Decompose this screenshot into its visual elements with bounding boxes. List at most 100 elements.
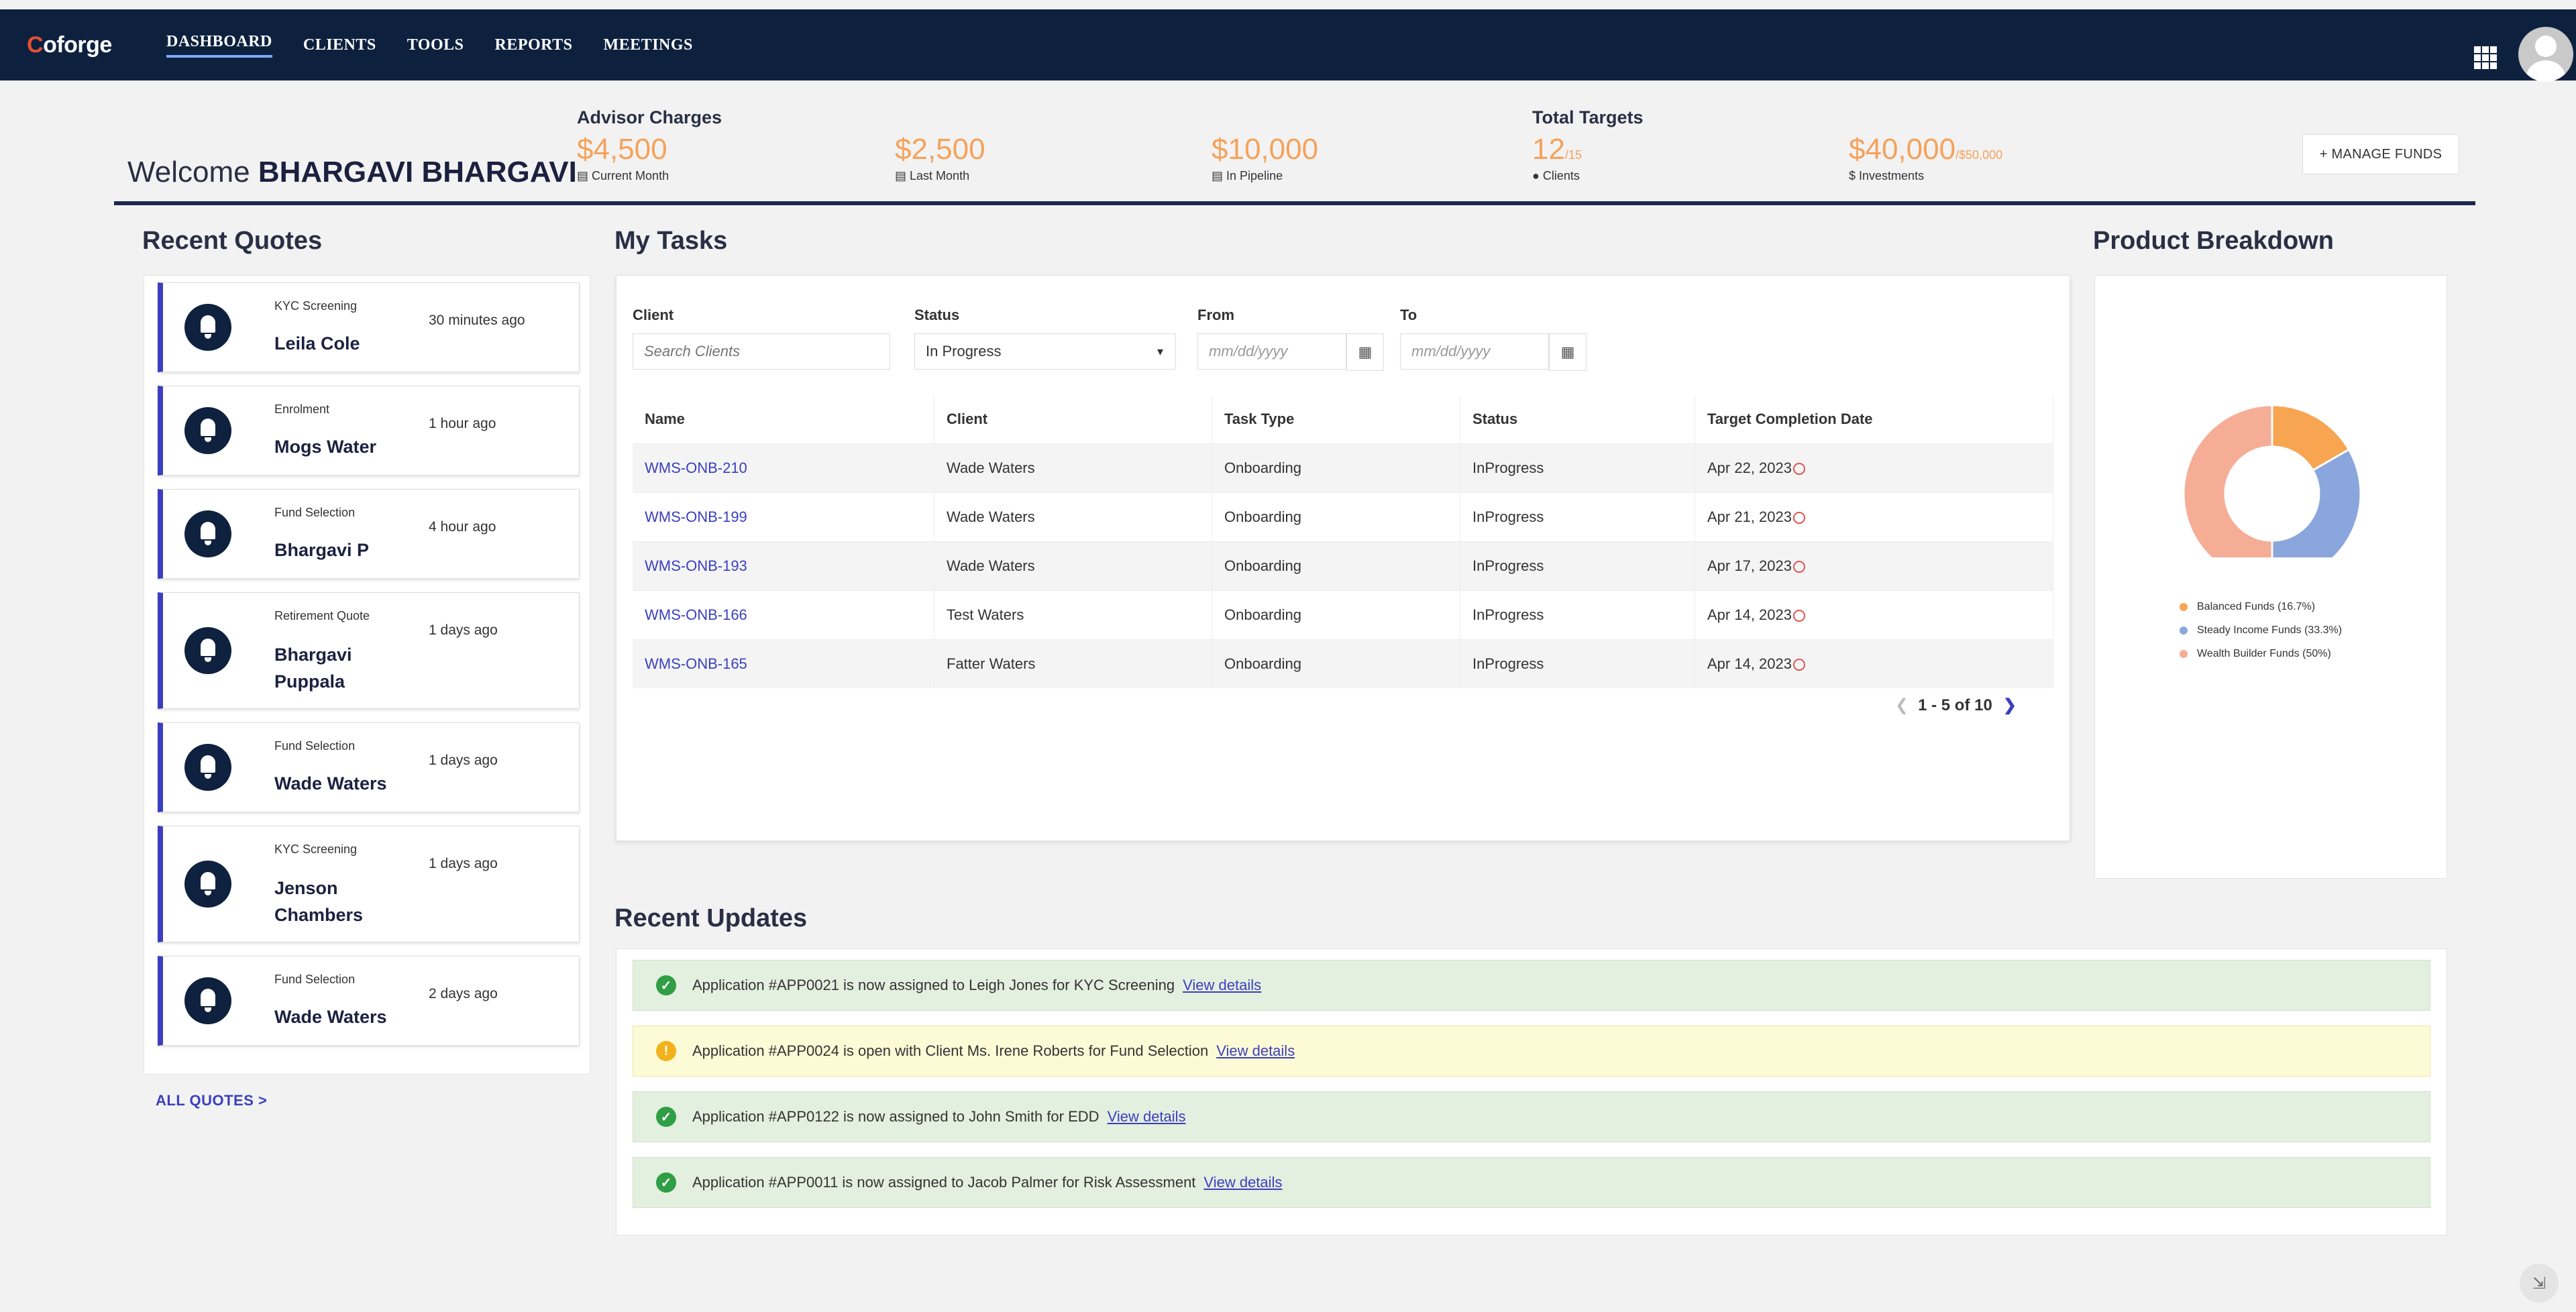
quote-card[interactable]: Enrolment Mogs Water 1 hour ago: [158, 386, 580, 476]
total-targets-title: Total Targets: [1532, 107, 1644, 127]
bell-icon: [184, 627, 231, 674]
nav-tools[interactable]: TOOLS: [407, 36, 464, 54]
from-date-input[interactable]: mm/dd/yyyy: [1197, 333, 1346, 370]
update-item: ✓ Application #APP0021 is now assigned t…: [633, 960, 2430, 1011]
brand-logo[interactable]: Coforge: [27, 32, 112, 58]
quote-client-name: Bhargavi P: [274, 540, 370, 560]
status-filter-label: Status: [914, 307, 960, 323]
column-header[interactable]: Client: [934, 395, 1212, 444]
table-row: WMS-ONB-193 Wade Waters Onboarding InPro…: [633, 541, 2053, 591]
status-select[interactable]: In Progress ▾: [914, 333, 1176, 370]
column-header[interactable]: Target Completion Date: [1695, 395, 2053, 444]
donut-slice-2[interactable]: [2182, 404, 2273, 557]
quote-time: 2 days ago: [429, 986, 498, 1001]
calendar-icon[interactable]: ▦: [1346, 333, 1384, 371]
table-row: WMS-ONB-199 Wade Waters Onboarding InPro…: [633, 492, 2053, 542]
stat-clients: 12/15 ● Clients: [1532, 133, 1582, 182]
my-tasks-panel: Client Status In Progress▾ From mm/dd/yy…: [616, 275, 2070, 841]
check-circle-icon: ✓: [656, 1107, 676, 1127]
to-date-input[interactable]: mm/dd/yyyy: [1400, 333, 1549, 370]
alert-icon: [1792, 512, 1805, 525]
apps-grid-icon[interactable]: [2474, 46, 2497, 69]
product-donut-chart: [2182, 404, 2362, 557]
quote-time: 1 hour ago: [429, 416, 496, 431]
legend-item[interactable]: Balanced Funds (16.7%): [2180, 595, 2342, 618]
quote-time: 1 days ago: [429, 856, 498, 871]
quote-type: Fund Selection: [274, 739, 356, 753]
column-header[interactable]: Name: [633, 395, 934, 444]
column-header[interactable]: Status: [1460, 395, 1695, 444]
quote-type: Enrolment: [274, 402, 330, 416]
main-nav: DASHBOARD CLIENTS TOOLS REPORTS MEETINGS: [166, 9, 693, 80]
quote-card[interactable]: KYC Screening Jenson Chambers 1 days ago: [158, 826, 580, 942]
quote-type: Retirement Quote: [274, 609, 370, 622]
chart-icon: ▤: [895, 169, 907, 182]
quote-client-name: Wade Waters: [274, 773, 387, 794]
expand-icon[interactable]: ⇲: [2520, 1264, 2559, 1303]
nav-dashboard[interactable]: DASHBOARD: [166, 33, 272, 58]
to-date-label: To: [1400, 307, 1417, 323]
quote-type: Fund Selection: [274, 973, 356, 986]
view-details-link[interactable]: View details: [1203, 1174, 1282, 1191]
recent-quotes-title: Recent Quotes: [142, 227, 323, 255]
bell-icon: [184, 304, 231, 351]
table-header-row: Name Client Task Type Status Target Comp…: [633, 395, 2053, 444]
table-row: WMS-ONB-165 Fatter Waters Onboarding InP…: [633, 639, 2053, 688]
alert-icon: [1792, 659, 1805, 671]
task-id-link[interactable]: WMS-ONB-166: [633, 590, 934, 640]
quote-card[interactable]: KYC Screening Leila Cole 30 minutes ago: [158, 282, 580, 372]
product-breakdown-title: Product Breakdown: [2093, 227, 2334, 255]
table-pager: ❮ 1 - 5 of 10 ❯: [1895, 696, 2017, 714]
alert-icon: [1792, 561, 1805, 573]
bell-icon: [184, 977, 231, 1024]
advisor-charges-title: Advisor Charges: [577, 107, 722, 127]
alert-icon: [1792, 463, 1805, 476]
nav-meetings[interactable]: MEETINGS: [604, 36, 693, 54]
quote-client-name: Bhargavi Puppala: [274, 645, 352, 692]
legend-item[interactable]: Wealth Builder Funds (50%): [2180, 642, 2342, 665]
task-id-link[interactable]: WMS-ONB-193: [633, 541, 934, 591]
header-divider: [114, 201, 2475, 205]
warning-circle-icon: !: [656, 1041, 676, 1061]
alert-icon: [1792, 610, 1805, 622]
bell-icon: [184, 407, 231, 454]
check-circle-icon: ✓: [656, 1172, 676, 1193]
view-details-link[interactable]: View details: [1183, 977, 1261, 994]
client-search-input[interactable]: [633, 333, 890, 370]
chevron-right-icon[interactable]: ❯: [2003, 696, 2017, 714]
column-header[interactable]: Task Type: [1212, 395, 1460, 444]
quote-card[interactable]: Fund Selection Wade Waters 2 days ago: [158, 956, 580, 1046]
quote-client-name: Mogs Water: [274, 437, 377, 457]
quote-type: Fund Selection: [274, 506, 356, 519]
person-icon: ●: [1532, 169, 1540, 182]
quote-type: KYC Screening: [274, 842, 358, 856]
quote-client-name: Leila Cole: [274, 333, 360, 353]
stat-in-pipeline: $10,000 ▤ In Pipeline: [1212, 133, 1319, 182]
top-navbar: Coforge DASHBOARD CLIENTS TOOLS REPORTS …: [0, 9, 2576, 82]
quote-card[interactable]: Fund Selection Bhargavi P 4 hour ago: [158, 489, 580, 579]
dollar-icon: $: [1849, 169, 1856, 182]
all-quotes-link[interactable]: ALL QUOTES >: [156, 1092, 267, 1109]
nav-clients[interactable]: CLIENTS: [303, 36, 376, 54]
quote-client-name: Jenson Chambers: [274, 878, 364, 925]
view-details-link[interactable]: View details: [1108, 1108, 1186, 1126]
chart-icon: ▤: [1212, 169, 1224, 182]
calendar-icon[interactable]: ▦: [1549, 333, 1587, 371]
task-id-link[interactable]: WMS-ONB-199: [633, 492, 934, 542]
task-id-link[interactable]: WMS-ONB-165: [633, 639, 934, 688]
quote-card[interactable]: Retirement Quote Bhargavi Puppala 1 days…: [158, 592, 580, 709]
nav-reports[interactable]: REPORTS: [495, 36, 573, 54]
view-details-link[interactable]: View details: [1216, 1042, 1295, 1060]
legend-item[interactable]: Steady Income Funds (33.3%): [2180, 618, 2342, 642]
manage-funds-button[interactable]: + MANAGE FUNDS: [2302, 134, 2459, 174]
chart-icon: ▤: [577, 169, 589, 182]
table-row: WMS-ONB-166 Test Waters Onboarding InPro…: [633, 590, 2053, 640]
recent-updates-panel: ✓ Application #APP0021 is now assigned t…: [616, 948, 2447, 1236]
recent-updates-title: Recent Updates: [614, 904, 808, 932]
quote-time: 1 days ago: [429, 622, 498, 638]
task-id-link[interactable]: WMS-ONB-210: [633, 443, 934, 493]
quote-card[interactable]: Fund Selection Wade Waters 1 days ago: [158, 722, 580, 812]
chevron-left-icon[interactable]: ❮: [1895, 696, 1909, 714]
user-avatar[interactable]: [2518, 27, 2573, 82]
bell-icon: [184, 861, 231, 908]
